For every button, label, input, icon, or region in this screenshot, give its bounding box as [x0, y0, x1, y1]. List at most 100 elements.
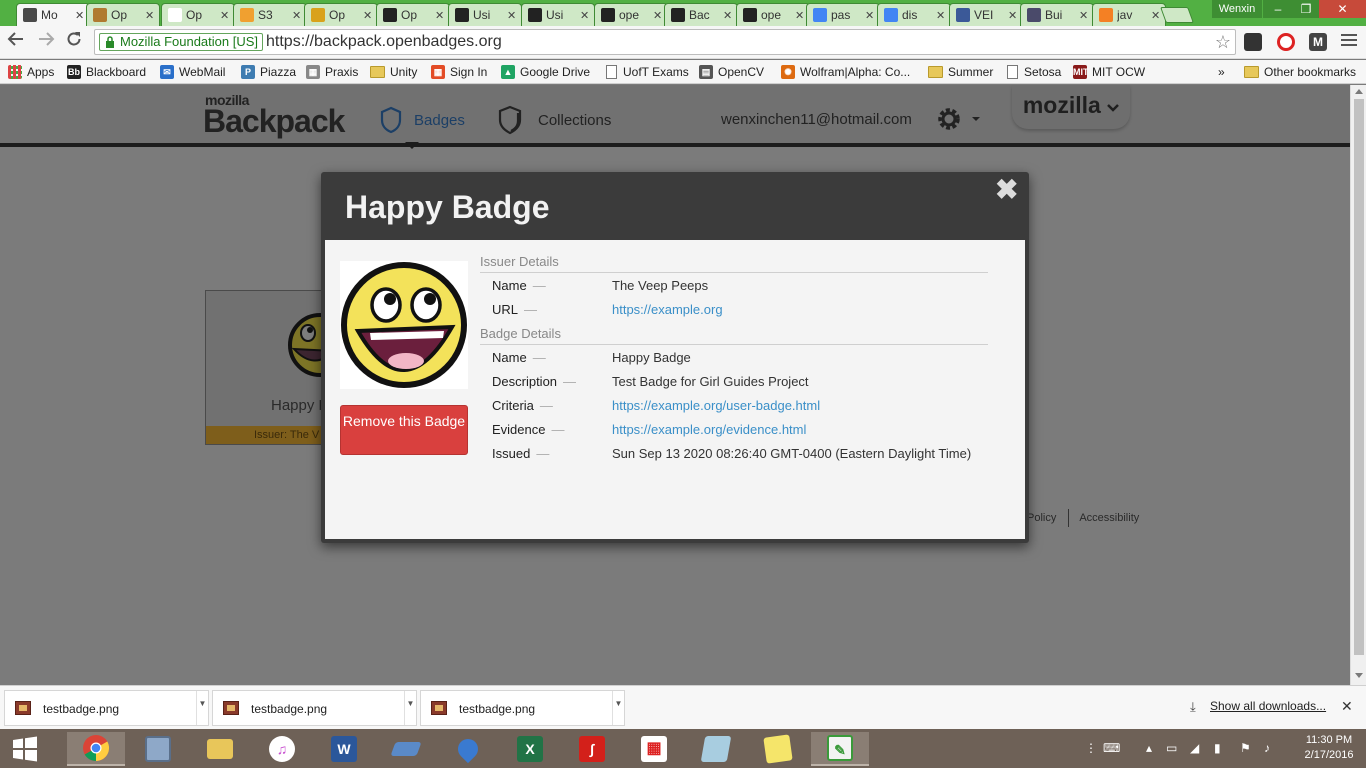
- browser-tab[interactable]: pas ✕: [806, 3, 880, 26]
- browser-tab[interactable]: Usi ✕: [521, 3, 595, 26]
- bookmark-item[interactable]: ▦ Sign In: [431, 62, 487, 82]
- taskbar-sticky-notes[interactable]: [749, 732, 807, 766]
- browser-tab[interactable]: Op ✕: [86, 3, 160, 26]
- bookmark-item[interactable]: Apps: [8, 62, 54, 82]
- address-bar[interactable]: Mozilla Foundation [US] https://backpack…: [94, 29, 1236, 55]
- browser-tab[interactable]: ope ✕: [594, 3, 668, 26]
- network-icon[interactable]: ▭: [1166, 741, 1177, 755]
- browser-menu-icon[interactable]: [1341, 32, 1357, 49]
- tab-close-icon[interactable]: ✕: [653, 9, 663, 22]
- extension-icon-1[interactable]: [1244, 33, 1262, 51]
- footer-policy-link[interactable]: Policy: [1027, 512, 1056, 524]
- tab-close-icon[interactable]: ✕: [936, 9, 946, 22]
- chevron-down-icon[interactable]: ▼: [196, 691, 208, 725]
- mozilla-tab[interactable]: mozilla: [1012, 85, 1130, 129]
- taskbar-notepad-tool[interactable]: [687, 732, 745, 766]
- tab-close-icon[interactable]: ✕: [1079, 9, 1089, 22]
- taskbar-app-grid[interactable]: ▦: [625, 732, 683, 766]
- taskbar-chrome[interactable]: [67, 732, 125, 766]
- bookmark-item[interactable]: ▲ Google Drive: [501, 62, 590, 82]
- settings-menu[interactable]: [934, 105, 982, 136]
- chevron-up-icon[interactable]: ▴: [1146, 741, 1152, 755]
- taskbar-file-explorer[interactable]: [191, 732, 249, 766]
- browser-tab[interactable]: S3 ✕: [233, 3, 307, 26]
- tab-close-icon[interactable]: ✕: [220, 9, 230, 22]
- tab-close-icon[interactable]: ✕: [292, 9, 302, 22]
- back-button[interactable]: [4, 30, 28, 54]
- taskbar-eraser[interactable]: [377, 732, 435, 766]
- tab-close-icon[interactable]: ✕: [435, 9, 445, 22]
- bookmark-item[interactable]: Summer: [928, 62, 993, 82]
- tab-close-icon[interactable]: ✕: [795, 9, 805, 22]
- bookmark-item[interactable]: ▤ OpenCV: [699, 62, 764, 82]
- chevron-down-icon[interactable]: ▼: [612, 691, 624, 725]
- clock[interactable]: 11:30 PM 2/17/2016: [1296, 733, 1362, 763]
- download-item[interactable]: testbadge.png ▼: [420, 690, 625, 726]
- chevron-down-icon[interactable]: ▼: [404, 691, 416, 725]
- volume-icon[interactable]: ♪: [1264, 741, 1270, 755]
- issuer-url-link[interactable]: https://example.org: [612, 302, 723, 317]
- browser-tab[interactable]: Bac ✕: [664, 3, 738, 26]
- bookmark-item[interactable]: MIT MIT OCW: [1073, 62, 1145, 82]
- tab-close-icon[interactable]: ✕: [580, 9, 590, 22]
- browser-tab[interactable]: Op ✕: [304, 3, 378, 26]
- tab-close-icon[interactable]: ✕: [363, 9, 373, 22]
- battery-icon[interactable]: ▮: [1214, 741, 1221, 755]
- download-item[interactable]: testbadge.png ▼: [4, 690, 209, 726]
- browser-tab[interactable]: Op ✕: [376, 3, 450, 26]
- extension-icon-3[interactable]: M: [1309, 33, 1327, 51]
- browser-tab[interactable]: VEI ✕: [949, 3, 1023, 26]
- start-button[interactable]: [0, 732, 50, 766]
- nav-badges[interactable]: Badges: [380, 105, 465, 135]
- badge-criteria-link[interactable]: https://example.org/user-badge.html: [612, 398, 820, 413]
- tab-close-icon[interactable]: ✕: [1008, 9, 1018, 22]
- close-icon[interactable]: ✕: [1341, 698, 1353, 715]
- taskbar-droplet[interactable]: [439, 732, 497, 766]
- bookmark-item[interactable]: ✉ WebMail: [160, 62, 225, 82]
- page-scrollbar[interactable]: [1350, 85, 1366, 685]
- bookmark-item[interactable]: ▦ Praxis: [306, 62, 358, 82]
- nav-collections[interactable]: Collections: [498, 105, 611, 135]
- tab-close-icon[interactable]: ✕: [1151, 9, 1161, 22]
- taskbar-excel[interactable]: X: [501, 732, 559, 766]
- wifi-signal-icon[interactable]: ◢: [1190, 741, 1199, 755]
- other-bookmarks-folder[interactable]: Other bookmarks: [1244, 62, 1356, 82]
- browser-tab[interactable]: Mo ✕: [16, 3, 90, 26]
- footer-accessibility-link[interactable]: Accessibility: [1079, 512, 1139, 524]
- url-text[interactable]: https://backpack.openbadges.org: [266, 33, 502, 51]
- keyboard-icon[interactable]: ⌨: [1103, 741, 1120, 755]
- tab-close-icon[interactable]: ✕: [145, 9, 155, 22]
- scrollbar-thumb[interactable]: [1354, 99, 1364, 655]
- download-item[interactable]: testbadge.png ▼: [212, 690, 417, 726]
- restore-button[interactable]: ❐: [1293, 0, 1319, 18]
- browser-tab[interactable]: Bui ✕: [1020, 3, 1094, 26]
- bookmark-item[interactable]: ✺ Wolfram|Alpha: Co...: [781, 62, 910, 82]
- taskbar-editor[interactable]: ✎: [811, 732, 869, 766]
- extension-icon-2[interactable]: [1277, 33, 1295, 51]
- new-tab-button[interactable]: [1160, 7, 1194, 23]
- browser-tab[interactable]: Usi ✕: [448, 3, 522, 26]
- bookmark-item[interactable]: UofT Exams: [606, 62, 689, 82]
- tab-close-icon[interactable]: ✕: [75, 9, 85, 22]
- bookmark-item[interactable]: Bb Blackboard: [67, 62, 146, 82]
- taskbar-word[interactable]: W: [315, 732, 373, 766]
- bookmark-item[interactable]: P Piazza: [241, 62, 296, 82]
- bookmark-item[interactable]: Unity: [370, 62, 417, 82]
- minimize-button[interactable]: –: [1263, 0, 1293, 18]
- browser-tab[interactable]: dis ✕: [877, 3, 951, 26]
- taskbar-calculator[interactable]: [129, 732, 187, 766]
- scroll-up-icon[interactable]: [1355, 89, 1363, 94]
- tab-close-icon[interactable]: ✕: [507, 9, 517, 22]
- tab-close-icon[interactable]: ✕: [723, 9, 733, 22]
- browser-tab[interactable]: Op ✕: [161, 3, 235, 26]
- bookmark-star-icon[interactable]: ☆: [1215, 32, 1231, 52]
- reload-button[interactable]: [62, 30, 86, 54]
- close-icon[interactable]: ✖: [995, 176, 1018, 204]
- window-close-button[interactable]: ✕: [1319, 0, 1366, 18]
- tab-close-icon[interactable]: ✕: [865, 9, 875, 22]
- browser-tab[interactable]: jav ✕: [1092, 3, 1166, 26]
- browser-tab[interactable]: ope ✕: [736, 3, 810, 26]
- site-logo[interactable]: Backpack: [203, 103, 345, 140]
- scroll-down-icon[interactable]: [1355, 673, 1363, 678]
- show-all-downloads-link[interactable]: Show all downloads...: [1210, 699, 1326, 713]
